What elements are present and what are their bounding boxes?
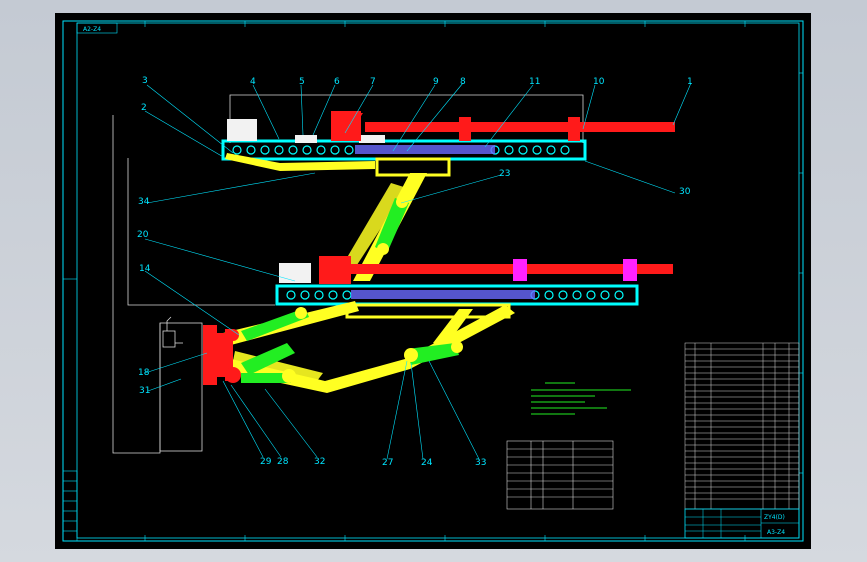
technical-notes [531, 382, 631, 415]
parts-list [684, 342, 800, 510]
part-label-8: 8 [460, 77, 466, 87]
viewer-background: A2-Z4 3 2 4 5 6 7 9 8 11 10 1 30 34 23 2… [0, 0, 867, 562]
part-label-30: 30 [679, 187, 691, 197]
title-block-name: ZY4(D) [764, 514, 785, 521]
part-label-3: 3 [142, 76, 148, 86]
part-label-29: 29 [260, 457, 272, 467]
part-label-28: 28 [277, 457, 289, 467]
part-label-20: 20 [137, 230, 149, 240]
part-label-5: 5 [299, 77, 305, 87]
spec-table [506, 440, 614, 510]
part-label-33: 33 [475, 458, 486, 468]
title-block-code: A3-Z4 [767, 529, 785, 536]
part-label-4: 4 [250, 77, 256, 87]
part-label-18: 18 [138, 368, 150, 378]
drawing-sheet: A2-Z4 3 2 4 5 6 7 9 8 11 10 1 30 34 23 2… [55, 13, 811, 549]
part-label-7: 7 [370, 77, 376, 87]
part-label-31: 31 [139, 386, 150, 396]
drawing-canvas: A2-Z4 3 2 4 5 6 7 9 8 11 10 1 30 34 23 2… [62, 20, 804, 542]
part-label-2: 2 [141, 103, 147, 113]
part-label-24: 24 [421, 458, 433, 468]
part-label-6: 6 [334, 77, 340, 87]
part-label-11: 11 [529, 77, 540, 87]
operator-seat [162, 316, 183, 348]
part-label-1: 1 [687, 77, 693, 87]
part-label-27: 27 [382, 458, 393, 468]
revision-block [62, 470, 78, 542]
part-label-32: 32 [314, 457, 325, 467]
sheet-code: A2-Z4 [83, 26, 101, 33]
inner-border [76, 22, 800, 539]
part-label-9: 9 [433, 77, 439, 87]
title-block: ZY4(D) A3-Z4 [684, 508, 800, 539]
part-label-14: 14 [139, 264, 151, 274]
part-label-34: 34 [138, 197, 150, 207]
part-label-10: 10 [593, 77, 605, 87]
part-label-23: 23 [499, 169, 510, 179]
